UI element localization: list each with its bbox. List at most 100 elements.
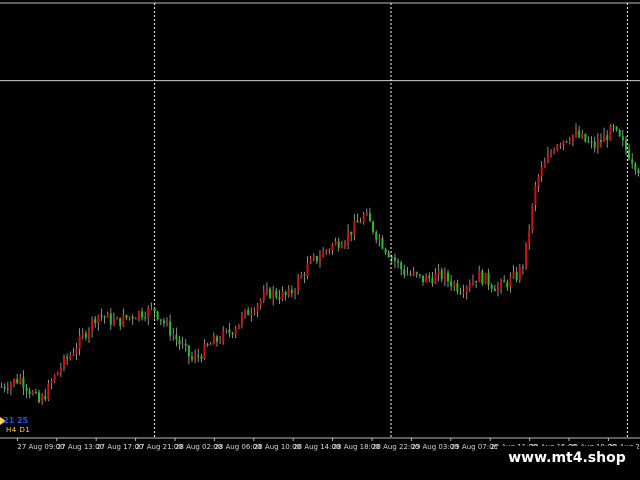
candle-body (91, 318, 94, 331)
candle-body (6, 388, 9, 390)
candle-body (334, 241, 337, 245)
candle-body (599, 140, 602, 142)
candle-body (63, 356, 65, 368)
candle-body (303, 274, 306, 276)
candle-body (637, 170, 640, 174)
candle-body (465, 286, 468, 293)
candle-body (144, 317, 147, 319)
candle-body (244, 309, 247, 316)
candle-body (581, 133, 584, 138)
candle-body (284, 291, 287, 296)
candle-body (353, 220, 356, 235)
candle-body (297, 277, 300, 291)
candle-body (159, 319, 162, 321)
candle-body (468, 284, 471, 287)
candle-body (481, 270, 484, 284)
candle-body (575, 130, 577, 135)
candle-body (75, 348, 78, 354)
candle-body (571, 134, 574, 142)
candle-body (141, 311, 144, 318)
candle-body (412, 272, 415, 275)
candle-body (162, 320, 165, 324)
chart-canvas[interactable]: 027 Aug 09:0027 Aug 13:0027 Aug 17:0027 … (0, 0, 640, 480)
candle-body (447, 272, 449, 282)
candle-body (41, 396, 44, 403)
candle-body (397, 261, 400, 263)
candle-body (606, 135, 609, 141)
candle-body (531, 204, 534, 231)
candle-body (169, 321, 172, 336)
candle-body (278, 296, 281, 300)
candle-body (116, 317, 119, 320)
candle-body (618, 129, 621, 137)
candle-body (240, 315, 243, 325)
candle-body (418, 274, 421, 276)
watermark-label: www.mt4.shop (497, 446, 637, 470)
candle-body (437, 269, 440, 275)
candle-body (275, 290, 278, 297)
candle-body (147, 307, 150, 318)
candle-body (500, 280, 503, 288)
candle-body (3, 386, 6, 389)
candle-body (562, 141, 565, 145)
candle-body (178, 339, 181, 345)
candle-body (206, 344, 209, 346)
candle-body (31, 392, 34, 395)
candle-body (596, 140, 599, 149)
candle-body (543, 162, 546, 168)
candle-body (609, 125, 612, 141)
candle-body (156, 311, 159, 320)
candle-body (590, 141, 593, 143)
candle-body (350, 231, 353, 235)
candle-body (219, 341, 222, 343)
candle-body (0, 386, 3, 388)
candle-body (515, 271, 518, 281)
candle-body (615, 126, 618, 130)
candle-body (459, 291, 462, 294)
candle-body (319, 257, 321, 262)
candle-body (194, 355, 197, 360)
candle-body (475, 280, 478, 283)
candle-body (78, 335, 81, 349)
candle-body (621, 136, 624, 141)
candle-body (375, 232, 378, 240)
candle-body (328, 250, 331, 252)
candle-body (456, 283, 459, 292)
candle-body (22, 377, 25, 388)
candle-body (153, 307, 156, 312)
candle-body (550, 152, 553, 155)
candle-body (269, 288, 272, 299)
candle-body (122, 315, 125, 327)
candle-body (119, 317, 122, 327)
candle-body (106, 313, 109, 318)
candle-body (172, 334, 175, 336)
candle-body (512, 271, 515, 277)
candle-body (150, 307, 153, 309)
candle-body (471, 280, 474, 285)
candle-body (38, 392, 41, 403)
candle-body (200, 356, 203, 359)
candle-body (47, 383, 50, 400)
candle-body (56, 372, 59, 376)
candle-body (521, 266, 524, 268)
candle-body (400, 262, 403, 270)
candle-body (537, 176, 540, 186)
price-chart[interactable]: 027 Aug 09:0027 Aug 13:0027 Aug 17:0027 … (0, 0, 640, 480)
candle-body (509, 276, 512, 287)
candle-body (387, 252, 390, 258)
candle-body (534, 185, 537, 205)
candle-body (253, 311, 256, 314)
candle-body (44, 396, 47, 400)
candle-body (222, 330, 225, 342)
candle-body (300, 274, 303, 278)
candle-body (322, 251, 325, 258)
candle-body (234, 328, 237, 335)
candle-body (406, 273, 409, 275)
candle-body (272, 290, 275, 299)
candle-body (72, 353, 75, 355)
candle-body (84, 333, 87, 338)
candle-body (250, 313, 253, 316)
candle-body (81, 333, 84, 336)
candle-body (496, 287, 499, 292)
candle-body (331, 244, 334, 251)
